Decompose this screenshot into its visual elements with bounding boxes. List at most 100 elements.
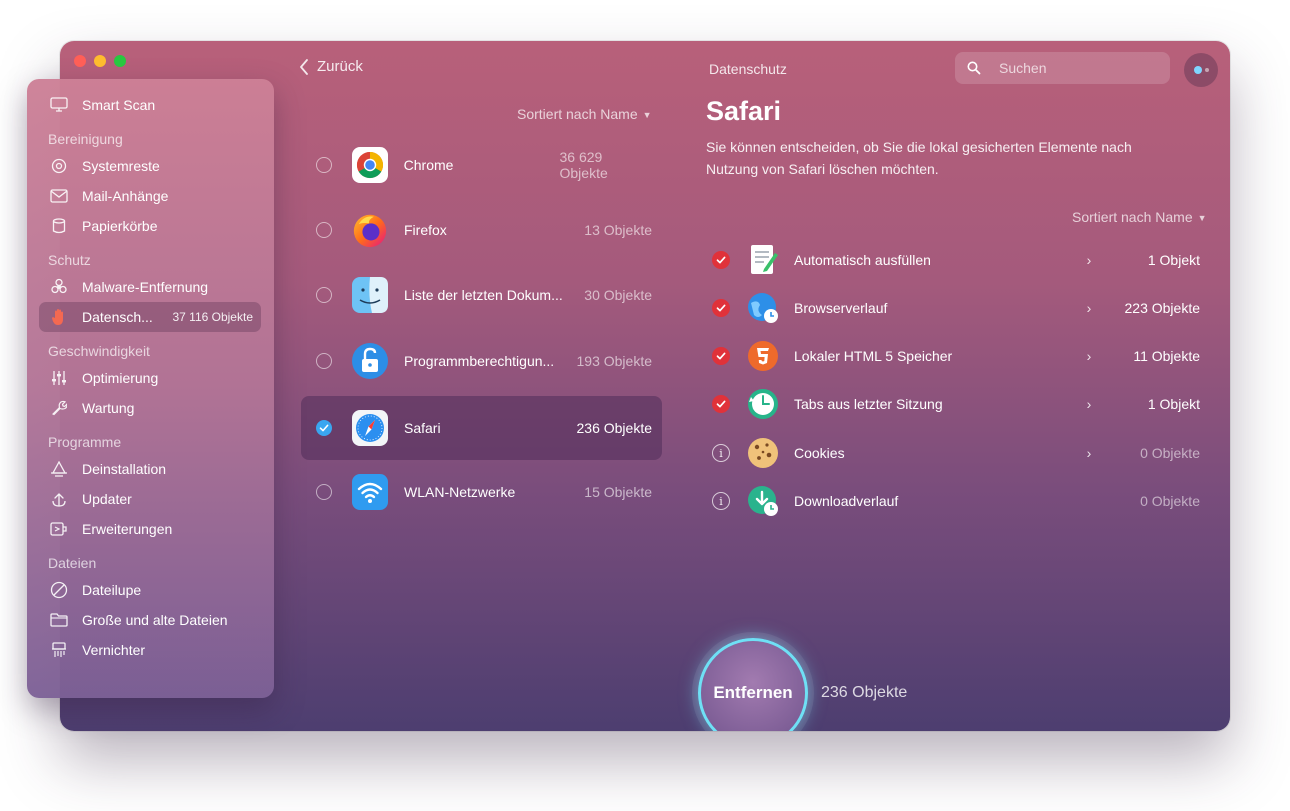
search-box[interactable] [955,52,1170,84]
app-count: 236 Objekte [576,420,653,436]
app-name: Firefox [404,222,447,238]
safari-icon [351,409,389,447]
sidebar-item-count: 37 116 Objekte [172,310,253,324]
app-count: 30 Objekte [584,287,652,303]
category-row-autofill[interactable]: Automatisch ausfüllen › 1 Objekt [706,236,1204,284]
firefox-icon [351,211,389,249]
apps-sort-dropdown[interactable]: Sortiert nach Name ▼ [517,106,652,122]
sidebar-item-label: Malware-Entfernung [82,279,209,295]
app-row-safari[interactable]: Safari 236 Objekte [301,396,662,460]
sidebar-item-label: Systemreste [82,158,160,174]
sidebar-item-papierkoerbe[interactable]: Papierkörbe [39,211,261,241]
caret-down-icon: ▼ [1197,213,1207,224]
wifi-icon [351,473,389,511]
back-button[interactable]: Zurück [299,58,363,75]
sidebar-item-optimierung[interactable]: Optimierung [39,363,261,393]
category-name: Browserverlauf [794,300,888,316]
section-heading-schutz: Schutz [48,252,91,268]
sidebar-item-dateilupe[interactable]: Dateilupe [39,575,261,605]
search-input[interactable] [997,59,1151,77]
cookie-icon [746,436,780,470]
category-checkbox-checked[interactable] [712,347,730,365]
category-checkbox-checked[interactable] [712,299,730,317]
sidebar-item-label: Updater [82,491,132,507]
app-row-firefox[interactable]: Firefox 13 Objekte [301,198,662,262]
minimize-window-button[interactable] [94,55,106,67]
section-heading-dateien: Dateien [48,555,97,571]
detail-title: Safari [706,96,782,126]
category-name: Cookies [794,445,845,461]
app-name: Programmberechtigun... [404,353,555,369]
app-row-app-permissions[interactable]: Programmberechtigun... 193 Objekte [301,329,662,393]
sidebar-item-datenschutz[interactable]: Datensch... 37 116 Objekte [39,302,261,332]
category-name: Downloadverlauf [794,493,899,509]
zoom-window-button[interactable] [114,55,126,67]
system-junk-icon [49,156,69,176]
app-checkbox-checked[interactable] [316,420,332,436]
sidebar-item-label: Deinstallation [82,461,167,477]
finder-icon [351,276,389,314]
info-icon[interactable]: i [712,492,730,510]
biohazard-icon [49,277,69,297]
chevron-right-icon[interactable]: › [1074,445,1104,461]
assistant-dot-icon [1193,66,1202,74]
category-count: 0 Objekte [1140,493,1200,509]
app-count: 36 629 Objekte [559,149,608,181]
space-lens-icon [49,580,69,600]
sidebar-item-smart-scan[interactable]: Smart Scan [39,90,261,120]
chevron-left-icon [300,58,308,75]
chevron-right-icon[interactable]: › [1074,300,1104,316]
app-row-chrome[interactable]: Chrome 36 629 Objekte [301,133,662,197]
category-count: 223 Objekte [1124,300,1201,316]
remove-button[interactable]: Entfernen [698,638,808,731]
checkmark-icon [716,256,726,264]
sidebar-item-erweiterungen[interactable]: Erweiterungen [39,514,261,544]
chevron-right-icon[interactable]: › [1074,252,1104,268]
category-name: Lokaler HTML 5 Speicher [794,348,953,364]
sidebar-item-updater[interactable]: Updater [39,484,261,514]
category-row-last-session-tabs[interactable]: Tabs aus letzter Sitzung › 1 Objekt [706,380,1204,428]
sidebar-item-deinstallation[interactable]: Deinstallation [39,454,261,484]
sidebar-item-label: Erweiterungen [82,521,173,537]
app-checkbox[interactable] [316,222,332,238]
app-count: 15 Objekte [584,484,652,500]
category-count: 1 Objekt [1147,252,1200,268]
app-checkbox[interactable] [316,287,332,303]
clock-icon [746,387,780,421]
app-checkbox[interactable] [316,353,332,369]
sidebar-item-vernichter[interactable]: Vernichter [39,635,261,665]
app-name: WLAN-Netzwerke [404,484,516,500]
category-row-history[interactable]: Browserverlauf › 223 Objekte [706,284,1204,332]
app-row-recent-documents[interactable]: Liste der letzten Dokum... 30 Objekte [301,263,662,327]
category-row-downloads[interactable]: i Downloadverlauf 0 Objekte [706,477,1204,525]
category-row-html5-storage[interactable]: Lokaler HTML 5 Speicher › 11 Objekte [706,332,1204,380]
sidebar-item-grosse-dateien[interactable]: Große und alte Dateien [39,605,261,635]
app-checkbox[interactable] [316,157,332,173]
category-checkbox-checked[interactable] [712,395,730,413]
category-count: 1 Objekt [1147,396,1200,412]
sidebar-item-label: Datensch... [82,309,153,325]
sidebar-item-systemreste[interactable]: Systemreste [39,151,261,181]
app-checkbox[interactable] [316,484,332,500]
uninstaller-icon [49,459,69,479]
sidebar-item-label: Dateilupe [82,582,142,598]
sidebar: Smart Scan Bereinigung Systemreste Mail-… [27,79,274,698]
categories-sort-dropdown[interactable]: Sortiert nach Name ▼ [1072,209,1207,225]
envelope-icon [49,186,69,206]
checkmark-icon [716,304,726,312]
app-row-wlan[interactable]: WLAN-Netzwerke 15 Objekte [301,460,662,524]
sidebar-item-wartung[interactable]: Wartung [39,393,261,423]
chevron-right-icon[interactable]: › [1074,348,1104,364]
chevron-right-icon[interactable]: › [1074,396,1104,412]
folder-icon [49,610,69,630]
assistant-button[interactable] [1184,53,1218,87]
sidebar-item-malware[interactable]: Malware-Entfernung [39,272,261,302]
category-row-cookies[interactable]: i Cookies › 0 Objekte [706,429,1204,477]
app-name: Safari [404,420,441,436]
sidebar-item-label: Mail-Anhänge [82,188,169,204]
close-window-button[interactable] [74,55,86,67]
sidebar-item-mail[interactable]: Mail-Anhänge [39,181,261,211]
info-icon[interactable]: i [712,444,730,462]
category-checkbox-checked[interactable] [712,251,730,269]
sidebar-item-label: Smart Scan [82,97,156,113]
